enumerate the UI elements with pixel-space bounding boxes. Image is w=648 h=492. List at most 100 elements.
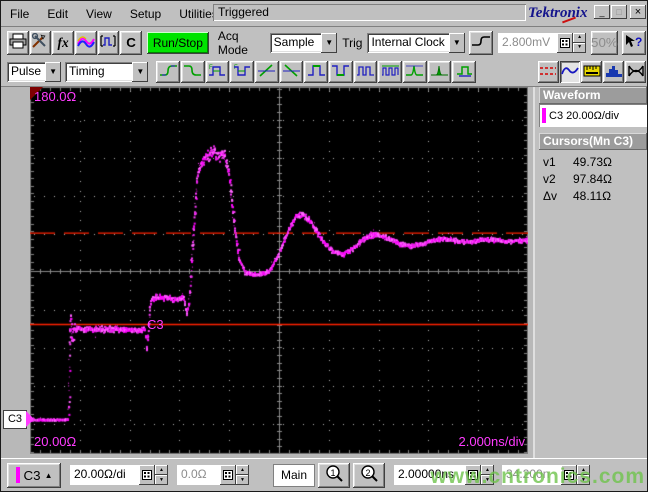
measure-rise-time-button[interactable] (156, 61, 181, 83)
run-stop-button[interactable]: Run/Stop (146, 31, 209, 54)
positive-crossing-icon (257, 63, 276, 81)
waveform-list[interactable]: C3 20.00Ω/div (539, 104, 647, 127)
eye-diagram-button[interactable] (625, 61, 646, 83)
negative-width-icon: F (233, 63, 252, 81)
svg-text:?: ? (635, 35, 642, 49)
keypad-icon[interactable] (139, 465, 155, 485)
measure-positive-overshoot-button[interactable] (403, 61, 427, 83)
spin-up-icon[interactable]: ▲ (236, 465, 249, 475)
main-toolbar: fx C Run/Stop Acq Mode Sample ▼ Trig Int… (1, 27, 647, 58)
menu-edit[interactable]: Edit (38, 4, 77, 24)
cursor-v2-label: v2 (543, 172, 556, 186)
sine-wave-icon (561, 64, 579, 81)
graticule-area (30, 87, 528, 454)
context-help-button[interactable]: ? (621, 30, 646, 55)
keypad-icon[interactable] (557, 32, 574, 53)
menu-view[interactable]: View (77, 4, 121, 24)
measure-high-button[interactable] (304, 61, 329, 83)
area-icon (430, 63, 449, 81)
vertical-bottom-label: 20.00Ω (34, 434, 77, 449)
measurement-toolbar: Pulse ▼ Timing ▼ F F (1, 58, 647, 87)
spin-down-icon[interactable]: ▼ (481, 475, 494, 485)
acq-mode-select[interactable]: Sample ▼ (269, 32, 338, 53)
magnifier-2-icon: 2 (359, 464, 379, 486)
math-button[interactable]: fx (52, 30, 74, 55)
frequency-icon (381, 63, 400, 81)
magnify-view-1-button[interactable]: 1 (318, 462, 350, 488)
measure-area-button[interactable] (427, 61, 452, 83)
waveform-list-entry[interactable]: C3 20.00Ω/div (549, 110, 619, 122)
spin-up-icon[interactable]: ▲ (481, 465, 494, 475)
channel-select-button[interactable]: C3 ▲ (7, 462, 61, 488)
spin-down-icon[interactable]: ▼ (236, 475, 249, 485)
trigger-slope-button[interactable] (468, 30, 494, 55)
tools-icon (31, 32, 49, 52)
measure-negative-width-button[interactable]: F (230, 61, 255, 83)
channel-reference-marker[interactable]: C3 (3, 410, 27, 429)
chevron-down-icon[interactable]: ▼ (448, 32, 465, 53)
maximize-button[interactable]: □ (611, 5, 627, 19)
setup-dialogs-button[interactable] (29, 30, 52, 55)
chevron-down-icon[interactable]: ▼ (132, 62, 149, 82)
waveform-display-button[interactable] (559, 61, 581, 83)
channel-up-arrow-icon: ▲ (44, 470, 53, 480)
magnifier-1-icon: 1 (324, 464, 344, 486)
pulse-source-button[interactable] (97, 30, 120, 55)
measure-burst-width-button[interactable] (353, 61, 378, 83)
vertical-offset-field[interactable]: 0.0Ω ▲ ▼ (177, 465, 249, 485)
magnify-view-2-button[interactable]: 2 (353, 462, 385, 488)
clear-data-button[interactable]: C (120, 30, 142, 55)
keypad-icon[interactable] (465, 465, 481, 485)
menu-file[interactable]: File (1, 4, 38, 24)
fall-time-icon (183, 63, 202, 81)
trig-label: Trig (342, 35, 363, 50)
waveform-database-button[interactable] (74, 30, 97, 55)
menu-setup[interactable]: Setup (121, 4, 170, 24)
burst-width-icon (356, 63, 375, 81)
trigger-source-select[interactable]: Internal Clock ▼ (367, 32, 465, 53)
trigger-level-field[interactable]: 2.800mV ▲ ▼ (498, 32, 587, 53)
histogram-button[interactable] (603, 61, 625, 83)
keypad-icon[interactable] (561, 465, 577, 485)
spin-down-icon[interactable]: ▼ (573, 42, 587, 53)
horizontal-delay-field[interactable]: 34.200n ▲ ▼ (502, 465, 590, 485)
spin-up-icon[interactable]: ▲ (155, 465, 168, 475)
spin-up-icon[interactable]: ▲ (577, 465, 590, 475)
cursors-button[interactable] (537, 61, 559, 83)
keypad-icon[interactable] (220, 465, 236, 485)
vertical-top-label: 180.0Ω (34, 89, 77, 104)
cursor-dv-value: 48.11Ω (573, 189, 612, 203)
print-button[interactable] (7, 30, 29, 55)
measure-negative-crossing-button[interactable] (279, 61, 304, 83)
eye-diagram-icon (627, 64, 645, 81)
chevron-down-icon[interactable]: ▼ (321, 32, 338, 53)
measure-category-select[interactable]: Timing ▼ (65, 62, 149, 82)
measure-top-base-button[interactable] (452, 61, 477, 83)
minimize-button[interactable]: _ (594, 5, 610, 19)
spin-down-icon[interactable]: ▼ (155, 475, 168, 485)
spin-up-icon[interactable]: ▲ (573, 32, 587, 43)
measure-positive-width-button[interactable]: F (205, 61, 230, 83)
cursor-row-v1: v1 49.73Ω (543, 155, 647, 169)
histogram-icon (605, 64, 623, 81)
measure-fall-time-button[interactable] (181, 61, 205, 83)
channel-color-chip (15, 467, 20, 483)
trace-label: C3 (147, 317, 164, 332)
measurement-readout-button[interactable] (581, 61, 603, 83)
pulse-bracket-icon (99, 34, 117, 51)
set-to-50pct-button[interactable]: 50% (591, 30, 618, 55)
signal-type-select[interactable]: Pulse ▼ (7, 62, 62, 82)
waveform-plot[interactable] (30, 87, 528, 454)
horizontal-scale-field[interactable]: 2.00000ns ▲ ▼ (394, 465, 494, 485)
vertical-scale-field[interactable]: 20.00Ω/di ▲ ▼ (70, 465, 168, 485)
timebase-view-selector[interactable]: Main (273, 463, 315, 487)
color-waveform-icon (76, 34, 95, 51)
close-button[interactable]: × (630, 5, 646, 19)
channel-marker-arrow-icon (26, 411, 34, 427)
measure-low-button[interactable] (329, 61, 353, 83)
measure-positive-crossing-button[interactable] (255, 61, 279, 83)
positive-width-icon: F (208, 63, 227, 81)
chevron-down-icon[interactable]: ▼ (45, 62, 62, 82)
spin-down-icon[interactable]: ▼ (577, 475, 590, 485)
measure-frequency-button[interactable] (378, 61, 403, 83)
